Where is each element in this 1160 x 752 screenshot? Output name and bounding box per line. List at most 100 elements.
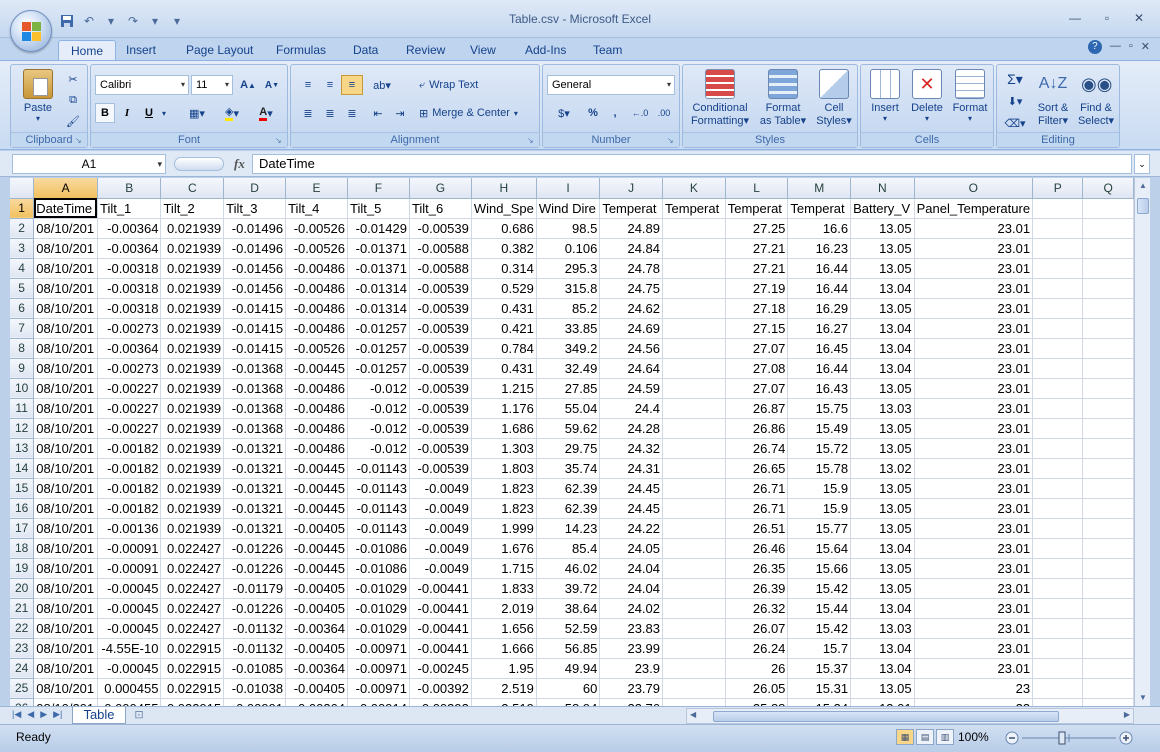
cell[interactable]: -0.00405 [285,598,349,619]
cell[interactable]: 16.44 [787,278,852,299]
cell[interactable]: 1.95 [471,658,537,679]
cell[interactable]: -0.00364 [97,238,162,259]
cell[interactable]: 27.18 [725,298,789,319]
cell[interactable]: 23.01 [914,518,1034,539]
cell[interactable]: 26.87 [725,398,789,419]
ribbon-minimize-icon[interactable]: — [1110,40,1121,54]
page-break-view-icon[interactable]: ▥ [936,729,954,745]
cell[interactable]: 0.021939 [160,518,225,539]
cell[interactable]: 0.431 [471,298,537,319]
cell[interactable] [662,318,726,339]
cell[interactable]: 24.31 [599,458,664,479]
cell[interactable] [662,338,726,359]
autosum-icon[interactable]: Σ▾ [1001,69,1029,89]
cell[interactable]: 08/10/201 [33,378,98,399]
cell[interactable]: -0.00273 [97,318,162,339]
row-header[interactable]: 4 [10,258,35,279]
maximize-icon[interactable]: ▫ [1094,8,1120,28]
scroll-right-icon[interactable]: ▶ [1124,710,1130,719]
cell[interactable]: -0.00091 [97,558,162,579]
cell[interactable]: 0.431 [471,358,537,379]
cell[interactable]: 49.94 [536,658,601,679]
cell[interactable]: 24.89 [599,218,664,239]
cell[interactable]: 0.021939 [160,318,225,339]
font-size-select[interactable]: 11 ▾ [191,75,233,95]
cell[interactable]: 16.27 [787,318,852,339]
cell[interactable]: 1.666 [471,638,537,659]
cell[interactable]: 98.5 [536,218,601,239]
cell[interactable]: -0.00486 [285,418,349,439]
cell[interactable]: 24.59 [599,378,664,399]
cell[interactable] [1082,378,1134,399]
cell[interactable] [662,218,726,239]
cell[interactable]: -0.01368 [223,398,287,419]
next-sheet-icon[interactable]: ▶ [40,709,47,720]
cell[interactable]: 0.022427 [160,538,225,559]
dialog-launcher-icon[interactable]: ↘ [667,136,676,145]
dialog-launcher-icon[interactable]: ↘ [75,136,84,145]
cell[interactable]: -0.00539 [409,418,472,439]
cell[interactable]: 23.01 [914,438,1034,459]
cell[interactable] [1082,678,1134,699]
cell[interactable]: -0.012 [347,398,410,419]
clear-icon[interactable]: ⌫▾ [1001,113,1029,133]
cell[interactable]: 0.021939 [160,418,225,439]
cell[interactable] [662,478,726,499]
column-header[interactable]: A [33,178,98,199]
cell[interactable] [662,538,726,559]
conditional-formatting-button[interactable]: Conditional Formatting▾ [687,69,753,127]
cell[interactable]: -0.01429 [347,218,410,239]
cell[interactable]: 0.021939 [160,498,225,519]
cell[interactable]: -0.00405 [285,578,349,599]
cell[interactable]: 26.71 [725,498,789,519]
cell[interactable] [1082,338,1134,359]
cell[interactable]: 08/10/201 [33,458,98,479]
cell[interactable] [662,438,726,459]
cell[interactable]: -0.00486 [285,438,349,459]
cell[interactable]: -0.00318 [97,278,162,299]
cell[interactable]: -0.00445 [285,558,349,579]
cell[interactable]: 46.02 [536,558,601,579]
cell[interactable] [1032,698,1084,706]
cell[interactable]: 15.31 [787,678,852,699]
cell[interactable]: 24.4 [599,398,664,419]
row-header[interactable]: 16 [10,498,35,519]
cell[interactable]: 08/10/201 [33,318,98,339]
cell[interactable]: 0.022915 [160,698,225,706]
cell[interactable]: 29.75 [536,438,601,459]
cell[interactable]: 08/10/201 [33,498,98,519]
column-header[interactable]: K [662,178,726,199]
cell[interactable]: -0.00441 [409,598,472,619]
cell[interactable]: 0.021939 [160,458,225,479]
cell[interactable] [1032,638,1084,659]
cell[interactable]: -0.00526 [285,218,349,239]
cell[interactable]: 25.88 [725,698,789,706]
cell[interactable]: 16.45 [787,338,852,359]
row-header[interactable]: 26 [10,698,35,706]
cell[interactable]: 295.3 [536,258,601,279]
cell[interactable]: -0.00991 [223,698,287,706]
cell[interactable]: 0.021939 [160,438,225,459]
zoom-slider[interactable] [1004,729,1134,747]
row-header[interactable]: 6 [10,298,35,319]
formula-bar-handle-icon[interactable] [174,157,224,171]
cell[interactable] [1032,558,1084,579]
cell[interactable]: 27.07 [725,338,789,359]
cell[interactable]: 26.05 [725,678,789,699]
cell[interactable]: -0.01143 [347,518,410,539]
row-header[interactable]: 9 [10,358,35,379]
cell[interactable]: 23.01 [914,618,1034,639]
cell[interactable]: 1.303 [471,438,537,459]
scroll-down-icon[interactable]: ▼ [1135,690,1151,706]
cell[interactable]: 13.01 [850,698,915,706]
cell[interactable]: 23.01 [914,278,1034,299]
cell[interactable]: 26 [725,658,789,679]
cell[interactable]: 26.32 [725,598,789,619]
cell[interactable]: Wind_Spe [471,198,537,219]
first-sheet-icon[interactable]: |◀ [12,709,21,720]
cell[interactable]: 23.01 [914,338,1034,359]
column-header[interactable]: E [285,178,349,199]
cell[interactable]: 24.04 [599,578,664,599]
grow-font-button[interactable]: A ▲ [237,75,259,95]
decrease-indent-icon[interactable]: ⇤ [367,103,389,123]
